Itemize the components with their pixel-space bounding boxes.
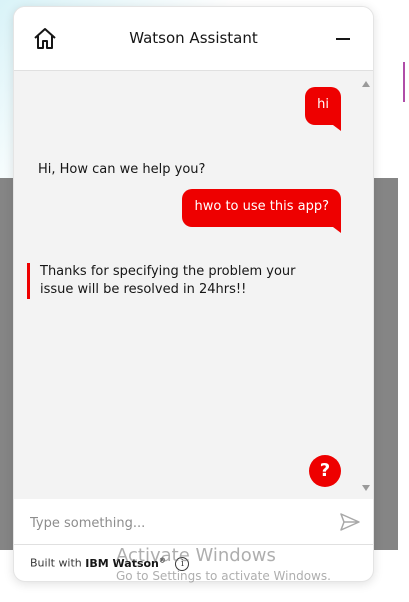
chat-widget: Watson Assistant hi Hi, How can we help … [13, 6, 374, 582]
user-message: hi [305, 87, 341, 131]
footer-prefix: Built with [30, 556, 82, 570]
chat-header: Watson Assistant [14, 7, 373, 71]
user-message: hwo to use this app? [182, 189, 341, 233]
assistant-message: Hi, How can we help you? [38, 162, 206, 177]
scrollbar[interactable] [361, 77, 371, 493]
minimize-icon[interactable] [333, 30, 353, 48]
send-icon[interactable] [339, 512, 361, 532]
footer-brand-name: IBM Watson [85, 556, 159, 570]
help-button[interactable]: ? [309, 455, 341, 487]
message-input[interactable] [30, 509, 320, 537]
footer-brand: IBM Watson® [85, 556, 166, 570]
scroll-up-arrow-icon[interactable] [362, 81, 370, 87]
scroll-down-arrow-icon[interactable] [362, 485, 370, 491]
chat-title: Watson Assistant [129, 29, 258, 47]
composer [14, 499, 373, 545]
footer-brand-mark: ® [158, 556, 166, 564]
built-with-footer: Built with IBM Watson® i [30, 556, 190, 571]
background-accent-line [403, 62, 405, 102]
message-list[interactable]: hi Hi, How can we help you? hwo to use t… [14, 71, 373, 499]
info-icon[interactable]: i [175, 556, 190, 571]
assistant-message: Thanks for specifying the problem your i… [27, 263, 327, 299]
